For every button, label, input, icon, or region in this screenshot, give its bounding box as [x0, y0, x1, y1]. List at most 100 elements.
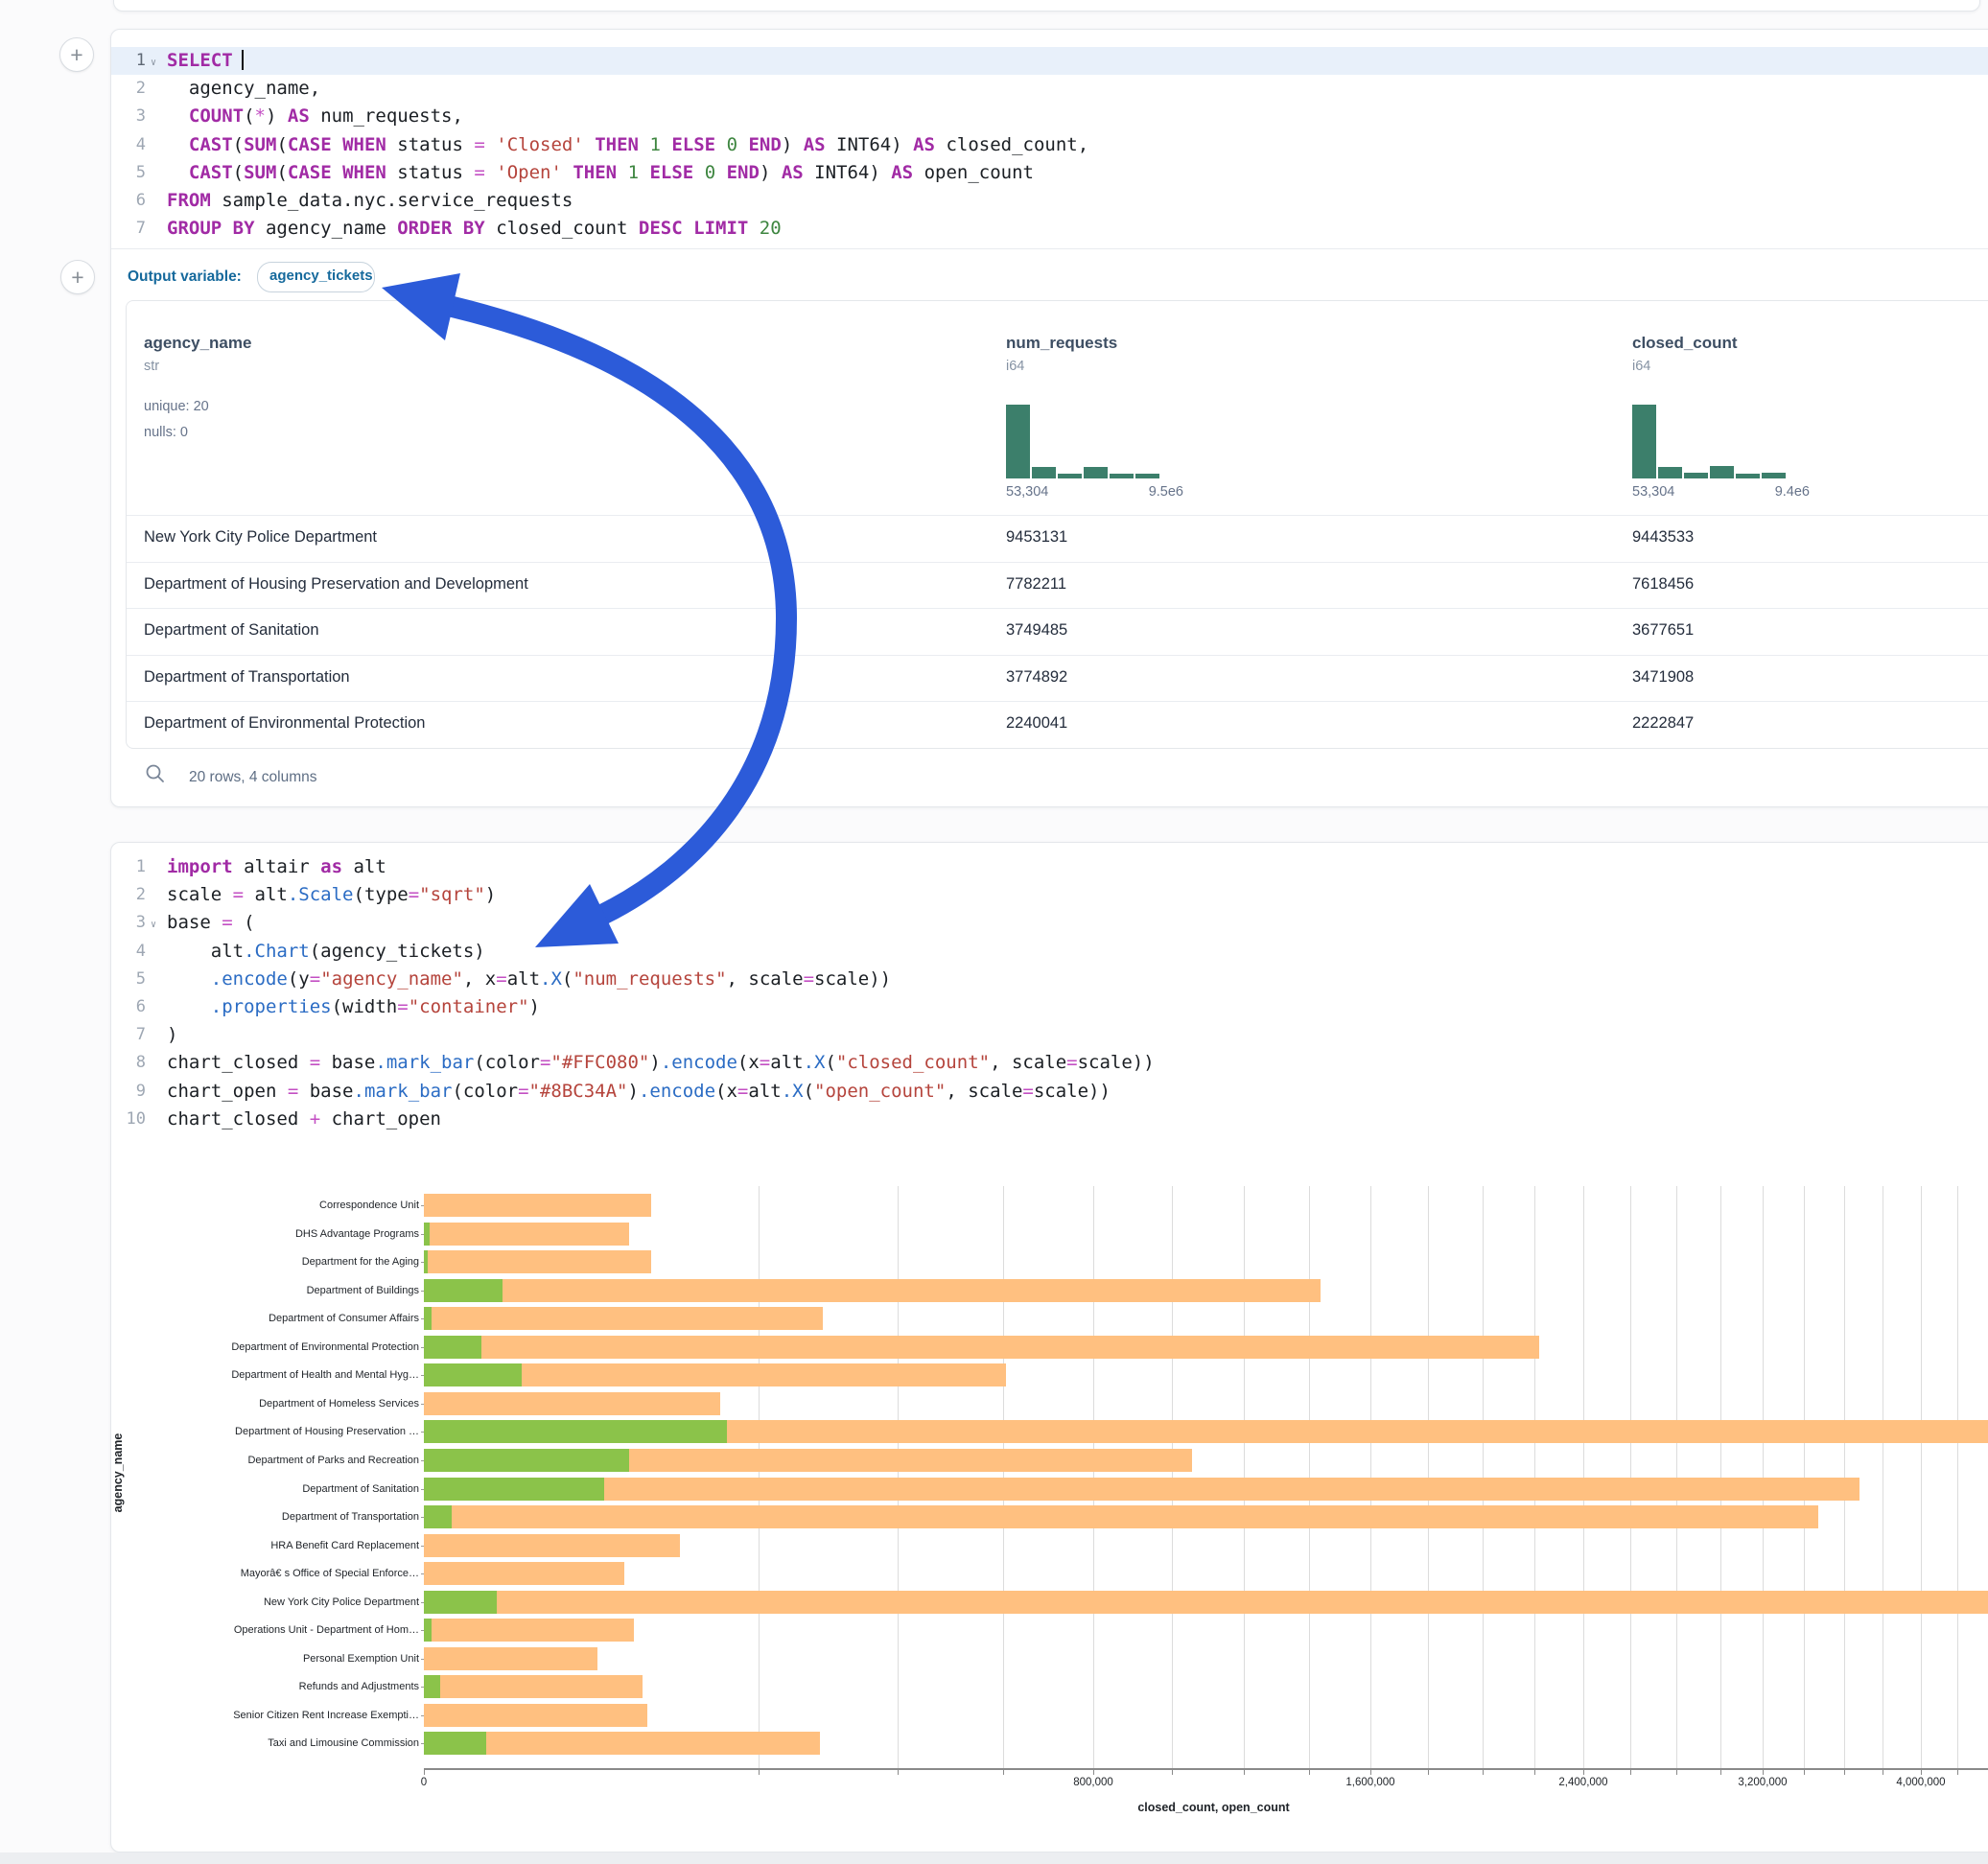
bar-closed_count [424, 1647, 597, 1670]
table-cell: 3749485 [1006, 621, 1067, 640]
previous-cell-edge [113, 0, 1980, 12]
bar-closed_count [424, 1279, 1321, 1302]
y-axis-label: Senior Citizen Rent Increase Exempti… [111, 1704, 419, 1727]
search-icon[interactable] [145, 763, 166, 784]
bar-closed_count [424, 1194, 651, 1217]
table-cell: 3677651 [1632, 621, 1694, 640]
add-cell-button-top[interactable]: + [59, 37, 94, 72]
bar-closed_count [424, 1478, 1859, 1501]
code-line: 7 GROUP BY agency_name ORDER BY closed_co… [111, 215, 1988, 243]
code-text: FROM sample_data.nyc.service_requests [167, 187, 573, 215]
x-axis-tick [1534, 1770, 1535, 1775]
table-cell: 9443533 [1632, 528, 1694, 547]
histogram-range-labels: 53,3049.4e6 [1632, 484, 1810, 500]
bar-closed_count [424, 1223, 629, 1246]
sql-cell: 1∨SELECT2 agency_name,3 COUNT(*) AS num_… [110, 29, 1988, 807]
table-cell: 7782211 [1006, 575, 1066, 594]
y-axis-label: Department for the Aging [111, 1250, 419, 1273]
table-cell: 3774892 [1006, 668, 1067, 687]
x-axis-tick-label: 2,400,000 [1558, 1777, 1607, 1788]
line-number: 7 [111, 215, 146, 243]
y-axis-label: DHS Advantage Programs [111, 1223, 419, 1246]
add-cell-button-output[interactable]: + [60, 260, 95, 294]
code-line: 1∨SELECT [111, 47, 1988, 75]
bar-closed_count [424, 1307, 823, 1330]
column-header-agency_name[interactable]: agency_namestrunique: 20nulls: 0 [144, 301, 393, 515]
bar-open_count [424, 1307, 432, 1330]
y-axis-label: New York City Police Department [111, 1591, 419, 1614]
x-axis-tick [1483, 1770, 1484, 1775]
x-axis-tick [1370, 1770, 1371, 1775]
table-row: Department of Transportation377489234719… [127, 655, 1988, 703]
x-axis-tick [1172, 1770, 1173, 1775]
bar-chart: agency_name Correspondence UnitDHS Advan… [111, 843, 1988, 1852]
x-axis-tick [1093, 1770, 1094, 1775]
code-line: 6FROM sample_data.nyc.service_requests [111, 187, 1988, 215]
y-axis-label: Taxi and Limousine Commission [111, 1732, 419, 1755]
histogram-range-labels: 53,3049.5e6 [1006, 484, 1183, 500]
table-cell: 9453131 [1006, 528, 1067, 547]
table-row: Department of Environmental Protection22… [127, 701, 1988, 749]
column-header-closed_count[interactable]: closed_counti6453,3049.4e6 [1632, 301, 1882, 515]
y-axis-label: Department of Environmental Protection [111, 1336, 419, 1359]
chart-plot-area [424, 1186, 1988, 1768]
y-axis-label: Refunds and Adjustments [111, 1675, 419, 1698]
bar-open_count [424, 1250, 428, 1273]
output-variable-pill[interactable]: agency_tickets [257, 262, 375, 292]
x-axis-tick-label: 4,000,000 [1896, 1777, 1945, 1788]
y-axis-label: Correspondence Unit [111, 1194, 419, 1217]
code-text: GROUP BY agency_name ORDER BY closed_cou… [167, 215, 782, 243]
y-axis-label: Department of Housing Preservation … [111, 1420, 419, 1443]
bar-open_count [424, 1449, 629, 1472]
y-axis-label: Operations Unit - Department of Hom… [111, 1619, 419, 1642]
bar-closed_count [424, 1675, 643, 1698]
code-text: agency_name, [167, 75, 320, 103]
x-axis-tick [1804, 1770, 1805, 1775]
x-axis-tick [1720, 1770, 1721, 1775]
bar-closed_count [424, 1392, 720, 1415]
bar-closed_count [424, 1619, 634, 1642]
gridline [1957, 1186, 1958, 1768]
table-cell: 3471908 [1632, 668, 1694, 687]
bar-open_count [424, 1505, 452, 1528]
x-axis-tick [1630, 1770, 1631, 1775]
bar-open_count [424, 1591, 497, 1614]
bar-open_count [424, 1478, 604, 1501]
column-name: agency_name [144, 334, 251, 353]
bar-closed_count [424, 1534, 680, 1557]
bar-closed_count [424, 1505, 1818, 1528]
x-axis-tick-label: 1,600,000 [1345, 1777, 1394, 1788]
next-cell-gap [0, 1852, 1988, 1864]
y-axis-label: Department of Health and Mental Hyg… [111, 1363, 419, 1386]
sql-code-editor[interactable]: 1∨SELECT2 agency_name,3 COUNT(*) AS num_… [111, 47, 1988, 243]
y-axis-label: Department of Buildings [111, 1279, 419, 1302]
table-row: New York City Police Department945313194… [127, 515, 1988, 563]
code-text: CAST(SUM(CASE WHEN status = 'Open' THEN … [167, 159, 1034, 187]
collapse-chevron-icon[interactable]: ∨ [151, 49, 156, 77]
x-axis-tick [1309, 1770, 1310, 1775]
x-axis-tick-label: 800,000 [1073, 1777, 1113, 1788]
column-type: str [144, 359, 159, 374]
column-type: i64 [1006, 359, 1024, 374]
bar-open_count [424, 1420, 727, 1443]
x-axis-tick [1763, 1770, 1764, 1775]
x-axis-tick [1003, 1770, 1004, 1775]
chart-x-axis-line [424, 1768, 1988, 1770]
x-axis-tick [1583, 1770, 1584, 1775]
y-axis-label: Department of Consumer Affairs [111, 1307, 419, 1330]
x-axis-tick [898, 1770, 899, 1775]
y-axis-label: HRA Benefit Card Replacement [111, 1534, 419, 1557]
x-axis-tick [1428, 1770, 1429, 1775]
column-header-num_requests[interactable]: num_requestsi6453,3049.5e6 [1006, 301, 1255, 515]
code-line: 2 agency_name, [111, 75, 1988, 103]
y-axis-label: Department of Sanitation [111, 1478, 419, 1501]
code-text: COUNT(*) AS num_requests, [167, 103, 463, 130]
gridline [1921, 1186, 1922, 1768]
bar-closed_count [424, 1336, 1539, 1359]
column-histogram [1006, 403, 1159, 478]
table-cell: Department of Sanitation [144, 621, 319, 640]
output-variable-label: Output variable: [128, 268, 242, 286]
column-type: i64 [1632, 359, 1650, 374]
x-axis-tick [1244, 1770, 1245, 1775]
table-cell: 2222847 [1632, 714, 1694, 733]
